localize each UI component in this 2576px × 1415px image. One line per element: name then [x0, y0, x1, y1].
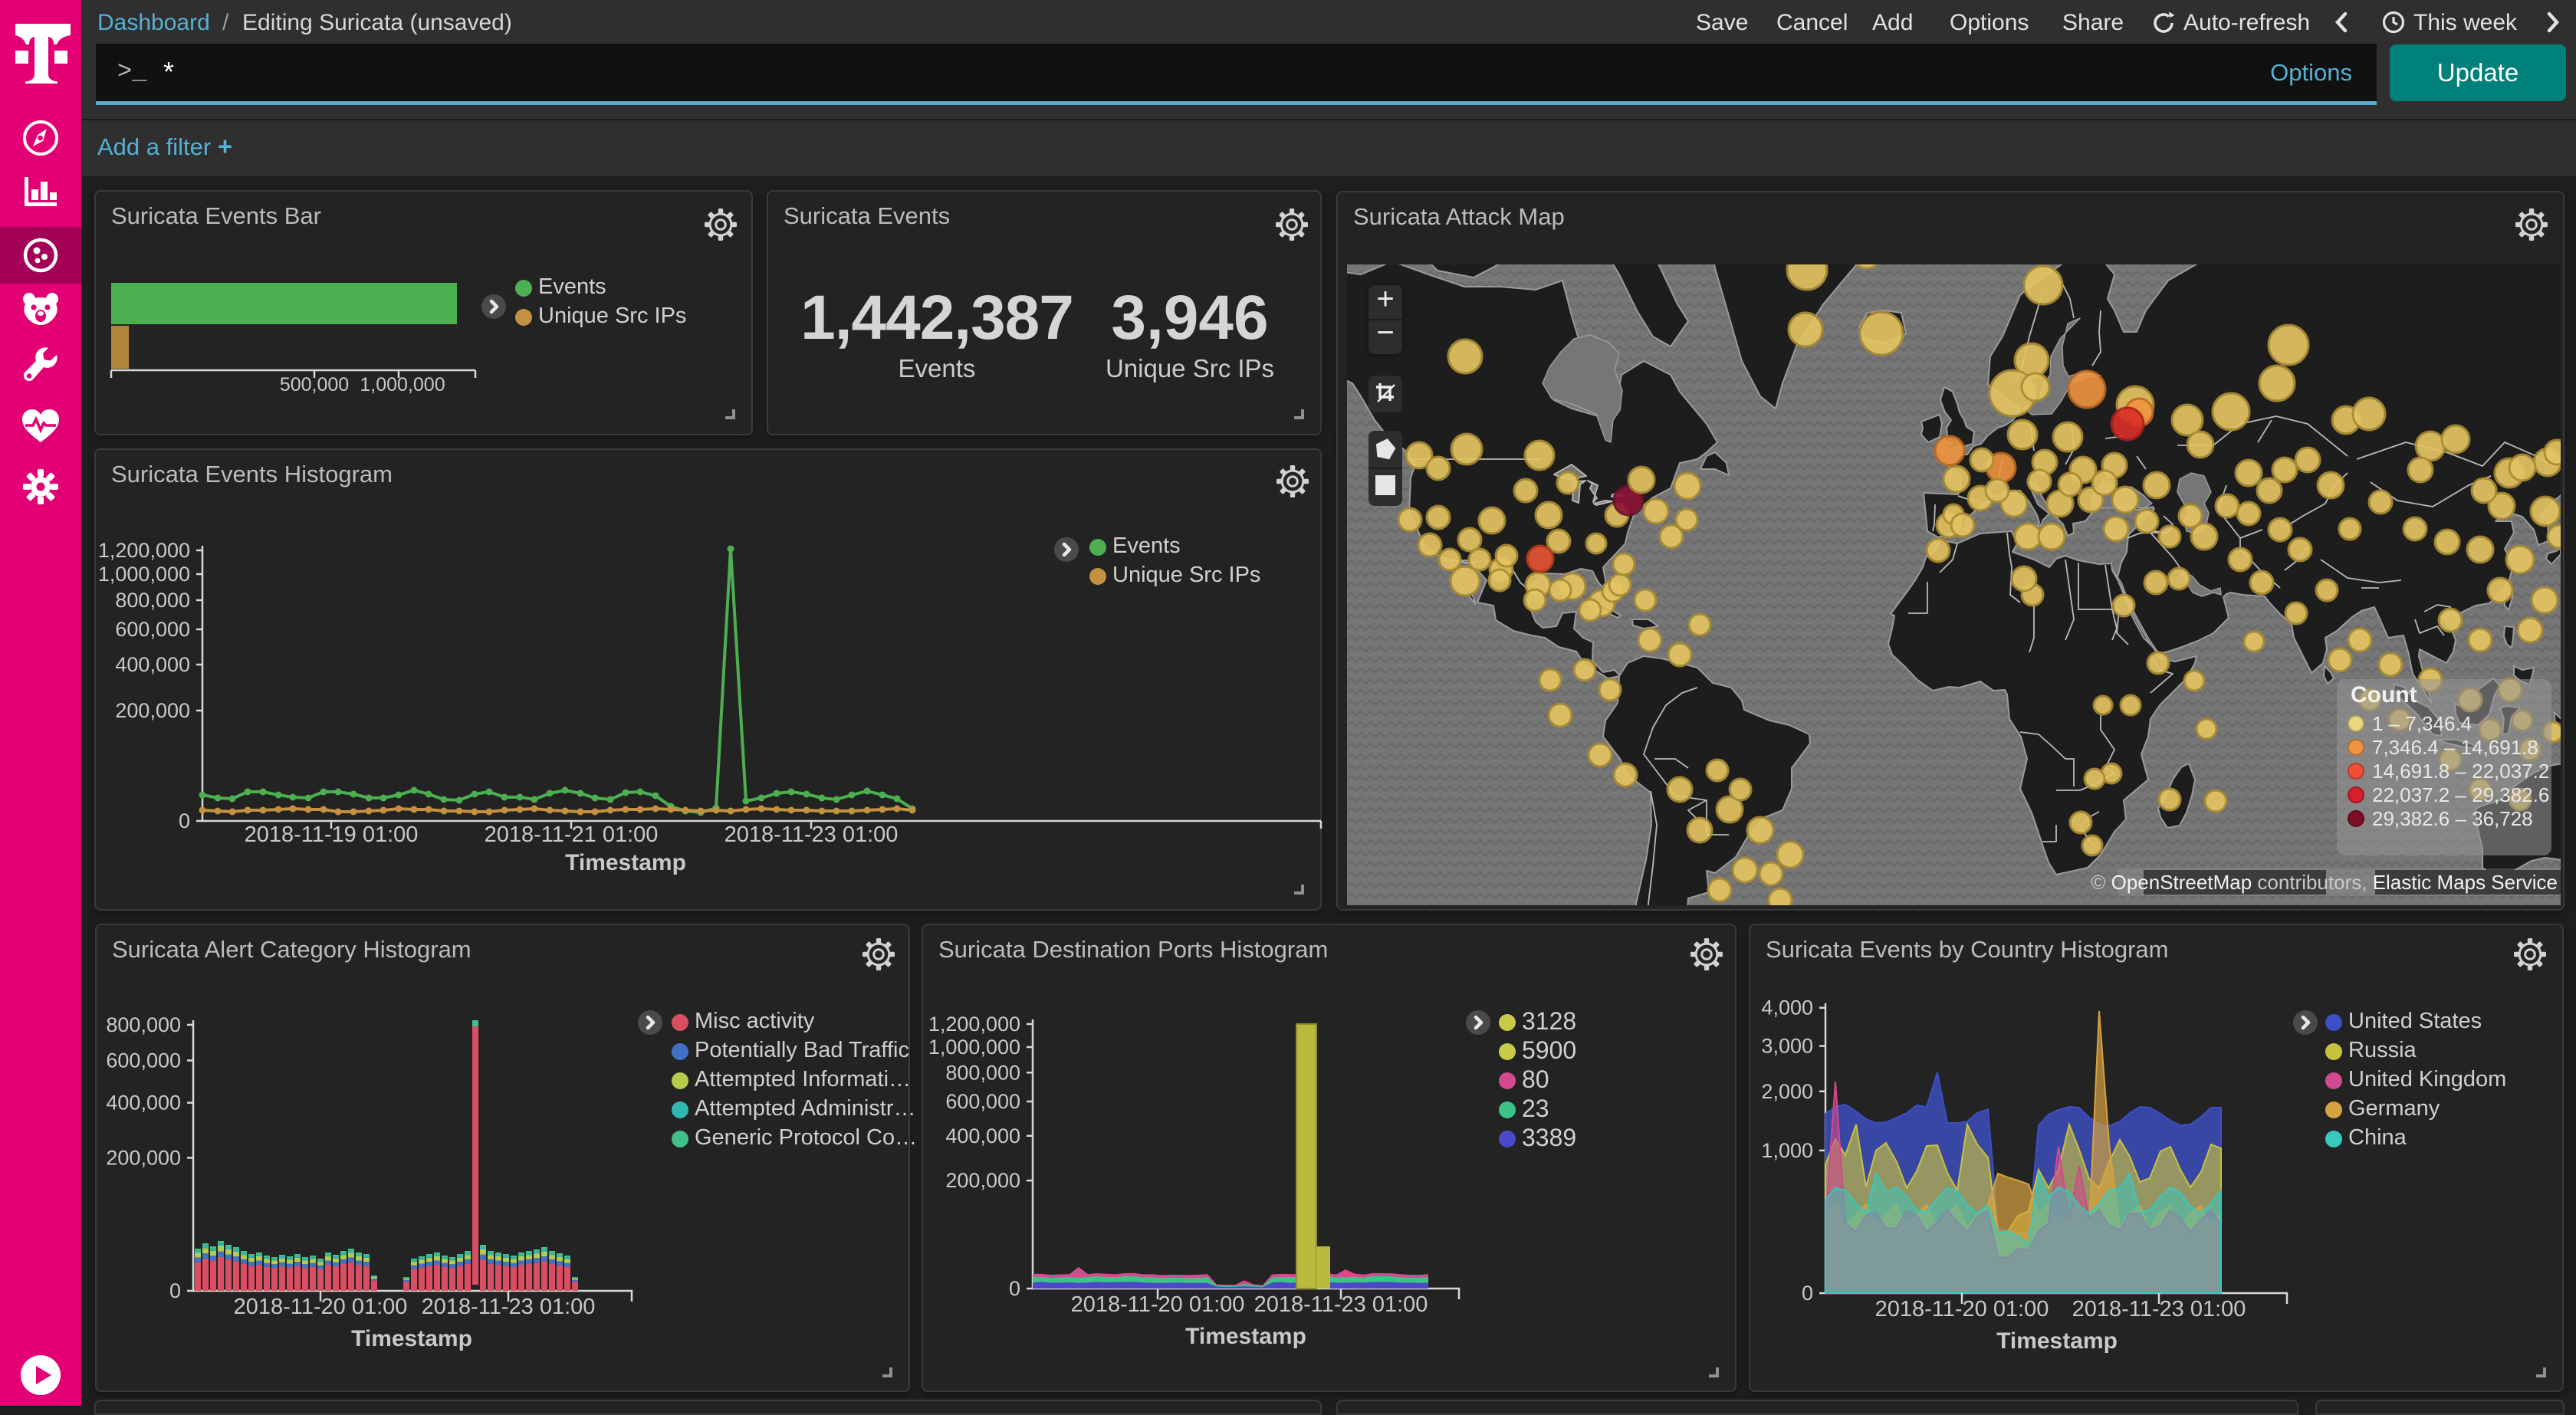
svg-text:2018-11-23 01:00: 2018-11-23 01:00: [724, 822, 899, 847]
svg-text:2018-11-20 01:00: 2018-11-20 01:00: [234, 1295, 408, 1319]
svg-text:1,000,000: 1,000,000: [360, 374, 445, 396]
svg-text:0: 0: [179, 809, 190, 832]
svg-text:Timestamp: Timestamp: [1185, 1324, 1306, 1349]
svg-text:2018-11-23 01:00: 2018-11-23 01:00: [2072, 1297, 2246, 1321]
svg-text:200,000: 200,000: [115, 699, 190, 722]
svg-text:2018-11-20 01:00: 2018-11-20 01:00: [1875, 1297, 2049, 1321]
svg-text:3,000: 3,000: [1761, 1035, 1813, 1058]
svg-text:0: 0: [169, 1279, 181, 1302]
svg-text:2018-11-19 01:00: 2018-11-19 01:00: [245, 822, 419, 847]
svg-text:2018-11-21 01:00: 2018-11-21 01:00: [485, 822, 659, 847]
svg-text:1,000,000: 1,000,000: [98, 563, 190, 586]
svg-text:400,000: 400,000: [945, 1124, 1020, 1147]
svg-text:0: 0: [1009, 1277, 1020, 1300]
svg-text:Timestamp: Timestamp: [351, 1326, 472, 1351]
svg-text:2018-11-23 01:00: 2018-11-23 01:00: [422, 1295, 596, 1319]
svg-text:Timestamp: Timestamp: [1996, 1328, 2118, 1354]
svg-text:400,000: 400,000: [115, 653, 190, 676]
svg-text:1,000,000: 1,000,000: [928, 1036, 1020, 1059]
svg-text:500,000: 500,000: [280, 374, 349, 396]
svg-text:400,000: 400,000: [106, 1092, 181, 1115]
svg-text:2018-11-23 01:00: 2018-11-23 01:00: [1254, 1292, 1428, 1317]
svg-text:4,000: 4,000: [1761, 996, 1813, 1019]
svg-text:800,000: 800,000: [115, 589, 190, 612]
svg-text:600,000: 600,000: [115, 618, 190, 641]
svg-text:0: 0: [1802, 1282, 1813, 1305]
svg-text:800,000: 800,000: [106, 1013, 181, 1036]
svg-text:200,000: 200,000: [106, 1146, 181, 1169]
svg-text:© OpenStreetMap contributors,: © OpenStreetMap contributors, Elastic Ma…: [2091, 871, 2558, 894]
svg-text:200,000: 200,000: [945, 1169, 1020, 1192]
svg-text:Timestamp: Timestamp: [565, 850, 686, 875]
svg-text:1,000: 1,000: [1761, 1139, 1813, 1162]
svg-text:2,000: 2,000: [1761, 1080, 1813, 1103]
svg-text:600,000: 600,000: [945, 1090, 1020, 1113]
svg-text:1,200,000: 1,200,000: [98, 539, 190, 562]
svg-text:2018-11-20 01:00: 2018-11-20 01:00: [1071, 1292, 1245, 1317]
svg-text:800,000: 800,000: [945, 1061, 1020, 1084]
svg-text:600,000: 600,000: [106, 1049, 181, 1072]
svg-text:1,200,000: 1,200,000: [928, 1013, 1020, 1036]
